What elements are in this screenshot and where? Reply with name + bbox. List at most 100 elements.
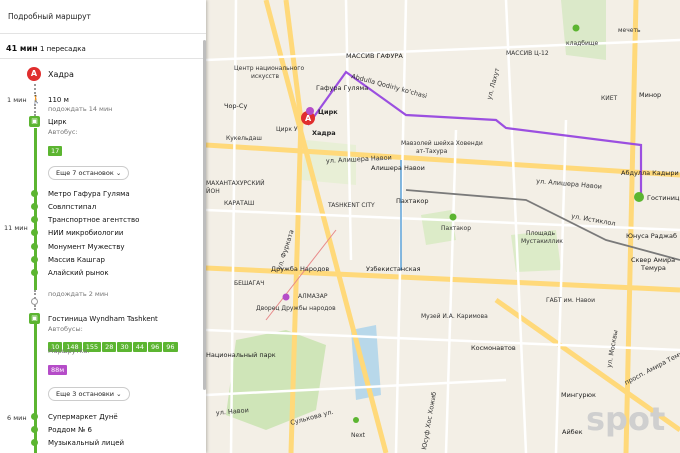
leg2-bus-label: Автобусы: bbox=[48, 325, 83, 333]
leg1-stop[interactable]: Цирк bbox=[48, 118, 67, 126]
route-badge[interactable]: 28 bbox=[102, 342, 117, 352]
stop-name[interactable]: Роддом № 6 bbox=[48, 426, 92, 434]
map-label: МАССИВ ГАФУРА bbox=[346, 52, 403, 60]
stop-name[interactable]: Транспортное агентство bbox=[48, 216, 139, 224]
leg1-more-stops-button[interactable]: Еще 7 остановок ⌄ bbox=[48, 166, 130, 180]
bus-icon: ▣ bbox=[29, 116, 40, 127]
panel-title: Подробный маршрут bbox=[8, 12, 91, 21]
more-stops-label: Еще 3 остановки bbox=[56, 390, 115, 398]
divider bbox=[0, 33, 206, 34]
stop-dot bbox=[31, 243, 38, 250]
map-label: Пахтакор bbox=[441, 225, 471, 232]
circus-icon bbox=[306, 107, 314, 115]
leg2-more-stops-button[interactable]: Еще 3 остановки ⌄ bbox=[48, 387, 130, 401]
map-label: ЙОН bbox=[206, 188, 220, 195]
origin-pin-icon: А bbox=[27, 67, 41, 81]
stop-dot bbox=[31, 256, 38, 263]
stop-name[interactable]: Совлпстипал bbox=[48, 203, 96, 211]
stop-dot bbox=[31, 426, 38, 433]
metro-label[interactable]: Узбекистанская bbox=[366, 265, 421, 273]
leg2-minibus-routes: 88м bbox=[48, 357, 68, 376]
map-label: МАССИВ Ц-12 bbox=[506, 50, 549, 57]
chevron-down-icon: ⌄ bbox=[115, 169, 122, 177]
walk-time: 1 мин bbox=[7, 96, 27, 104]
metro-label[interactable]: Космонавтов bbox=[471, 344, 516, 352]
stop-name[interactable]: Алайский рынок bbox=[48, 269, 109, 277]
panel-scrollbar[interactable] bbox=[203, 40, 206, 390]
walk-line bbox=[34, 104, 36, 116]
stop-name[interactable]: Музыкальный лицей bbox=[48, 439, 124, 447]
map-label: Кукельдаш bbox=[226, 135, 262, 142]
origin-name: Хадра bbox=[48, 70, 74, 79]
palace-icon bbox=[282, 293, 290, 301]
metro-label[interactable]: Пахтакор bbox=[396, 197, 429, 205]
walk-icon: 🚶 bbox=[31, 95, 41, 104]
stop-name[interactable]: НИИ микробиологии bbox=[48, 229, 123, 237]
stop-dot bbox=[31, 439, 38, 446]
map-label: АЛМАЗАР bbox=[298, 293, 328, 300]
route-badge[interactable]: 96 bbox=[147, 342, 163, 352]
metro-label[interactable]: Гафура Гуляма bbox=[316, 84, 368, 92]
leg2-minibus-label: Маршрутка: bbox=[48, 347, 90, 355]
map-label: Музей И.А. Каримова bbox=[421, 313, 488, 320]
stop-name[interactable]: Супермаркет Дунё bbox=[48, 413, 118, 421]
route-badge[interactable]: 44 bbox=[132, 342, 147, 352]
metro-label[interactable]: Минор bbox=[639, 91, 661, 99]
cemetery-area bbox=[561, 0, 606, 60]
map-label: Мустакиллик bbox=[521, 238, 563, 245]
metro-label[interactable]: Сквер Амира bbox=[631, 256, 675, 264]
map-label: БЕШАГАЧ bbox=[234, 280, 264, 287]
walk-wait: подождать 14 мин bbox=[48, 105, 113, 113]
route-badge[interactable]: 88м bbox=[48, 365, 68, 375]
leg2-time: 6 мин bbox=[7, 414, 27, 422]
bus-icon: ▣ bbox=[29, 313, 40, 324]
stop-dot bbox=[31, 216, 38, 223]
stop-name[interactable]: Метро Гафура Гуляма bbox=[48, 190, 130, 198]
stop-dot bbox=[31, 413, 38, 420]
map-label: КАРАТАШ bbox=[224, 200, 254, 207]
chevron-down-icon: ⌄ bbox=[116, 390, 122, 398]
map-label: Мавзолей шейха Ховенди bbox=[401, 140, 483, 147]
map-label: КИЕТ bbox=[601, 95, 618, 102]
walk-line bbox=[34, 84, 36, 94]
divider bbox=[0, 58, 206, 59]
stop-name[interactable]: Монумент Мужеству bbox=[48, 243, 125, 251]
metro-label[interactable]: Чор-Су bbox=[224, 102, 247, 110]
metro-label[interactable]: Национальный парк bbox=[206, 351, 276, 359]
metro-label[interactable]: Алишера Навои bbox=[371, 164, 425, 172]
watermark-logo: spot bbox=[586, 400, 665, 438]
cemetery-icon bbox=[572, 24, 580, 32]
leg1-time: 11 мин bbox=[4, 224, 28, 232]
map-label: Дворец Дружбы народов bbox=[256, 305, 336, 312]
metro-label[interactable]: Темура bbox=[640, 264, 666, 272]
map-label: мечеть bbox=[618, 27, 641, 34]
stop-dot bbox=[31, 269, 38, 276]
transfer-wait: подождать 2 мин bbox=[48, 290, 109, 298]
leg1-routes: 17 bbox=[48, 138, 63, 157]
route-badge[interactable]: 30 bbox=[117, 342, 132, 352]
more-stops-label: Еще 7 остановок bbox=[56, 169, 114, 177]
stop-dot bbox=[31, 229, 38, 236]
tree-icon bbox=[353, 417, 359, 423]
map-canvas[interactable]: А МАССИВ ГАФУРА МАССИВ Ц-12 кладбище меч… bbox=[206, 0, 680, 453]
map-label: искусств bbox=[251, 73, 279, 80]
metro-label[interactable]: Мингурюк bbox=[561, 391, 596, 399]
map-label: TASHKENT CITY bbox=[327, 202, 375, 209]
route-badge[interactable]: 17 bbox=[48, 146, 63, 156]
stadium-icon bbox=[449, 213, 457, 221]
walk-distance: 110 м bbox=[48, 96, 69, 104]
transfers-count: 1 пересадка bbox=[40, 45, 86, 53]
bus-stop-icon[interactable] bbox=[634, 192, 644, 202]
metro-label[interactable]: Айбек bbox=[562, 428, 583, 436]
stop-dot bbox=[31, 203, 38, 210]
map-label: Центр национального bbox=[234, 65, 304, 72]
route-details-panel: Подробный маршрут 41 мин 1 пересадка А Х… bbox=[0, 0, 206, 453]
stop-name[interactable]: Массив Кашгар bbox=[48, 256, 105, 264]
origin-map-pin-letter: А bbox=[305, 114, 312, 123]
map-label: Юнуса Раджаб bbox=[626, 232, 677, 240]
leg2-stop[interactable]: Гостиница Wyndham Tashkent bbox=[48, 315, 158, 323]
map-label: Next bbox=[351, 432, 366, 439]
route-badge[interactable]: 96 bbox=[163, 342, 178, 352]
leg1-type: Автобус: bbox=[48, 128, 78, 136]
metro-label[interactable]: Абдулла Кадыри bbox=[621, 169, 679, 177]
